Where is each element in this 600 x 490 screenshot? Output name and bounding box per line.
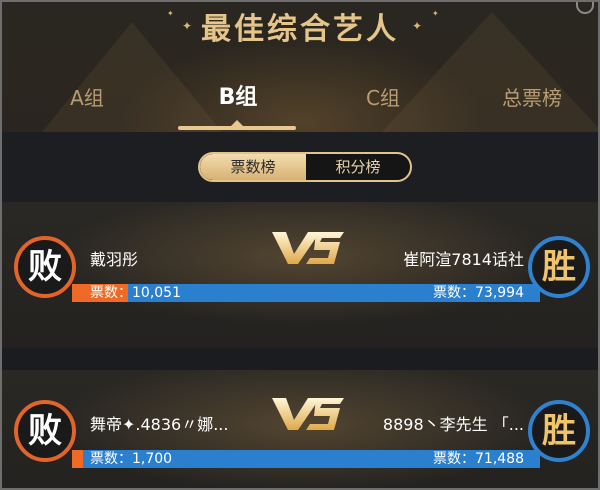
- toggle-points-ranking[interactable]: 积分榜: [306, 154, 410, 180]
- right-contestant-name[interactable]: 8898丶李先生 「...: [383, 411, 524, 435]
- vote-bar: 票数：1,700 票数：71,488: [72, 450, 540, 468]
- app-frame: ✦ ✦ 最佳综合艺人 ✦ ✦ A组 B组 C组 总票榜 票数榜 积分榜 戴羽彤: [0, 0, 600, 490]
- vs-logo-icon: [272, 232, 344, 264]
- left-contestant-name[interactable]: 舞帝✦.4836〃娜...: [90, 411, 228, 435]
- match-card: 舞帝✦.4836〃娜... 8898丶李先生 「... 票数：1,700 票数：…: [2, 370, 598, 488]
- vs-logo-icon: [272, 398, 344, 430]
- ranking-toggle: 票数榜 积分榜: [198, 152, 412, 182]
- win-badge: 胜: [528, 400, 590, 462]
- right-vote-count: 票数：73,994: [433, 285, 524, 301]
- match-divider: [2, 348, 598, 370]
- vote-bar-left-fill: [72, 450, 83, 468]
- tab-group-a[interactable]: A组: [52, 76, 122, 120]
- left-vote-count: 票数：1,700: [90, 451, 173, 467]
- match-card: 戴羽彤 崔阿渲7814话社 票数：10,051 票数：73,994 败 胜: [2, 202, 598, 352]
- tab-total-votes[interactable]: 总票榜: [482, 76, 582, 120]
- left-vote-count: 票数：10,051: [90, 285, 181, 301]
- vote-bar: 票数：10,051 票数：73,994: [72, 284, 540, 302]
- active-tab-underline: [178, 126, 296, 130]
- right-contestant-name[interactable]: 崔阿渲7814话社: [403, 246, 524, 270]
- group-tabs: A组 B组 C组 总票榜: [2, 76, 598, 120]
- toggle-votes-ranking[interactable]: 票数榜: [200, 154, 306, 180]
- header: ✦ ✦ 最佳综合艺人 ✦ ✦ A组 B组 C组 总票榜: [2, 2, 598, 132]
- left-contestant-name[interactable]: 戴羽彤: [90, 246, 138, 270]
- title-wrap: 最佳综合艺人: [2, 10, 598, 50]
- tab-group-b[interactable]: B组: [198, 76, 278, 120]
- sparkle-icon: ✦: [432, 9, 439, 18]
- lose-badge: 败: [14, 236, 76, 298]
- tab-group-c[interactable]: C组: [348, 76, 418, 120]
- lose-badge: 败: [14, 400, 76, 462]
- win-badge: 胜: [528, 236, 590, 298]
- page-title: 最佳综合艺人: [201, 12, 399, 47]
- right-vote-count: 票数：71,488: [433, 451, 524, 467]
- sparkle-icon: ✦: [412, 19, 423, 33]
